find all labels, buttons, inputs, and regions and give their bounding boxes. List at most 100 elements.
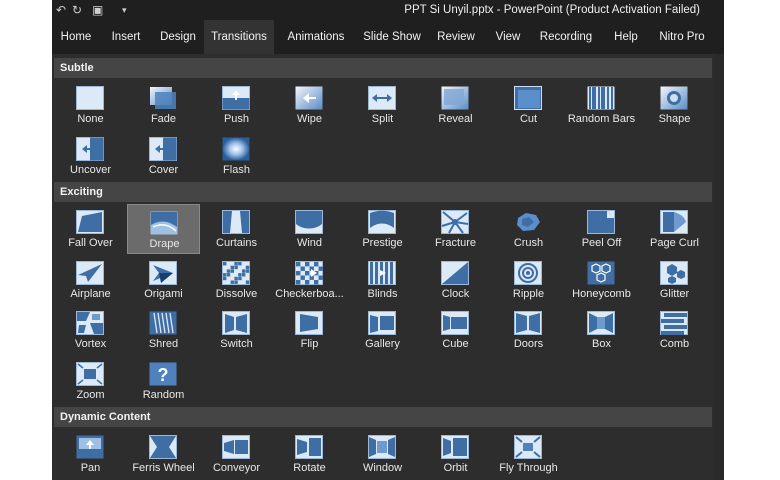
airplane-icon bbox=[76, 260, 104, 285]
transition-random-bars[interactable]: Random Bars bbox=[565, 80, 638, 130]
transition-vortex[interactable]: Vortex bbox=[54, 305, 127, 355]
tab-insert[interactable]: Insert bbox=[108, 20, 144, 54]
wipe-icon bbox=[295, 86, 323, 110]
transition-dissolve[interactable]: Dissolve bbox=[200, 255, 273, 305]
transition-airplane[interactable]: Airplane bbox=[54, 255, 127, 305]
transition-clock[interactable]: Clock bbox=[419, 255, 492, 305]
transition-label: Gallery bbox=[365, 338, 400, 350]
fade-icon bbox=[149, 86, 177, 110]
gallery-scrollbar[interactable] bbox=[714, 54, 724, 480]
transition-shape[interactable]: Shape bbox=[638, 80, 711, 130]
transition-switch[interactable]: Switch bbox=[200, 305, 273, 355]
transition-split[interactable]: Split bbox=[346, 80, 419, 130]
vortex-icon bbox=[76, 311, 104, 335]
transition-zoom[interactable]: Zoom bbox=[54, 356, 127, 406]
transition-flip[interactable]: Flip bbox=[273, 305, 346, 355]
tab-help[interactable]: Help bbox=[608, 20, 644, 54]
tab-review[interactable]: Review bbox=[436, 20, 476, 54]
transition-push[interactable]: Push bbox=[200, 80, 273, 130]
transition-none[interactable]: None bbox=[54, 80, 127, 130]
transition-fall-over[interactable]: Fall Over bbox=[54, 204, 127, 254]
redo-icon[interactable]: ↻ bbox=[72, 1, 82, 19]
transition-fracture[interactable]: Fracture bbox=[419, 204, 492, 254]
transition-label: Rotate bbox=[293, 462, 326, 474]
transition-checkerboard[interactable]: Checkerboa... bbox=[273, 255, 346, 305]
transition-label: Reveal bbox=[438, 113, 473, 125]
transition-reveal[interactable]: Reveal bbox=[419, 80, 492, 130]
transition-label: Doors bbox=[513, 338, 544, 350]
tab-transitions[interactable]: Transitions bbox=[204, 20, 274, 54]
transition-gallery[interactable]: Gallery bbox=[346, 305, 419, 355]
split-icon bbox=[368, 86, 396, 110]
customize-quick-access-icon[interactable]: ▾ bbox=[122, 1, 127, 19]
transition-origami[interactable]: Origami bbox=[127, 255, 200, 305]
transition-label: Checkerboa... bbox=[275, 287, 344, 300]
transition-ferris-wheel[interactable]: Ferris Wheel bbox=[127, 429, 200, 479]
transition-rotate[interactable]: Rotate bbox=[273, 429, 346, 479]
transition-label: Comb bbox=[659, 338, 690, 350]
transition-label: Curtains bbox=[216, 237, 257, 249]
transition-glitter[interactable]: Glitter bbox=[638, 255, 711, 305]
transition-label: Peel Off bbox=[581, 237, 622, 249]
transition-wind[interactable]: Wind bbox=[273, 204, 346, 254]
undo-icon[interactable]: ↶ bbox=[56, 1, 66, 19]
tab-recording[interactable]: Recording bbox=[535, 20, 597, 54]
transition-peel-off[interactable]: Peel Off bbox=[565, 204, 638, 254]
wind-icon bbox=[295, 210, 323, 234]
transition-cut[interactable]: Cut bbox=[492, 80, 565, 130]
tab-home[interactable]: Home bbox=[57, 20, 95, 54]
transition-label: Shred bbox=[148, 338, 179, 350]
transition-ripple[interactable]: Ripple bbox=[492, 255, 565, 305]
tab-nitro-pro[interactable]: Nitro Pro bbox=[652, 20, 712, 54]
transition-blinds[interactable]: Blinds bbox=[346, 255, 419, 305]
window-icon bbox=[368, 435, 396, 459]
transition-doors[interactable]: Doors bbox=[492, 305, 565, 355]
transition-fly-through[interactable]: Fly Through bbox=[492, 429, 565, 479]
transition-cover[interactable]: Cover bbox=[127, 131, 200, 181]
transition-flash[interactable]: Flash bbox=[200, 131, 273, 181]
transition-conveyor[interactable]: Conveyor bbox=[200, 429, 273, 479]
transition-wipe[interactable]: Wipe bbox=[273, 80, 346, 130]
transition-honeycomb[interactable]: Honeycomb bbox=[565, 255, 638, 305]
clock-icon bbox=[441, 260, 469, 285]
transition-page-curl[interactable]: Page Curl bbox=[638, 204, 711, 254]
transition-label: Origami bbox=[144, 287, 183, 300]
transition-label: Random bbox=[142, 388, 185, 401]
transition-label: Fall Over bbox=[68, 237, 113, 249]
tab-animations[interactable]: Animations bbox=[284, 20, 348, 54]
transition-orbit[interactable]: Orbit bbox=[419, 429, 492, 479]
transition-cube[interactable]: Cube bbox=[419, 305, 492, 355]
curtains-icon bbox=[222, 210, 250, 234]
fall-over-icon bbox=[76, 210, 104, 234]
peel-off-icon bbox=[587, 210, 615, 234]
gallery-icon bbox=[368, 311, 396, 335]
transition-uncover[interactable]: Uncover bbox=[54, 131, 127, 181]
transition-box[interactable]: Box bbox=[565, 305, 638, 355]
transition-label: Flash bbox=[223, 163, 250, 176]
transition-label: Pan bbox=[80, 462, 101, 474]
transition-pan[interactable]: Pan bbox=[54, 429, 127, 479]
transition-drape[interactable]: Drape bbox=[127, 204, 200, 254]
present-icon[interactable]: ▣ bbox=[92, 1, 103, 19]
rotate-icon bbox=[295, 435, 323, 459]
transition-comb[interactable]: Comb bbox=[638, 305, 711, 355]
tab-design[interactable]: Design bbox=[157, 20, 199, 54]
transition-random[interactable]: ? Random bbox=[127, 356, 200, 406]
tab-view[interactable]: View bbox=[492, 20, 524, 54]
transition-label: Fracture bbox=[435, 237, 476, 249]
transition-prestige[interactable]: Prestige bbox=[346, 204, 419, 254]
transition-crush[interactable]: Crush bbox=[492, 204, 565, 254]
tab-slide-show[interactable]: Slide Show bbox=[362, 20, 422, 54]
transition-label: Uncover bbox=[70, 163, 111, 176]
transition-window[interactable]: Window bbox=[346, 429, 419, 479]
shred-icon bbox=[149, 311, 177, 335]
transition-curtains[interactable]: Curtains bbox=[200, 204, 273, 254]
orbit-icon bbox=[441, 435, 469, 459]
blinds-icon bbox=[368, 260, 396, 285]
transition-label: Wipe bbox=[296, 113, 323, 125]
ripple-icon bbox=[514, 260, 542, 285]
flash-icon bbox=[222, 137, 250, 161]
transition-label: Fly Through bbox=[499, 462, 558, 474]
transition-fade[interactable]: Fade bbox=[127, 80, 200, 130]
transition-shred[interactable]: Shred bbox=[127, 305, 200, 355]
